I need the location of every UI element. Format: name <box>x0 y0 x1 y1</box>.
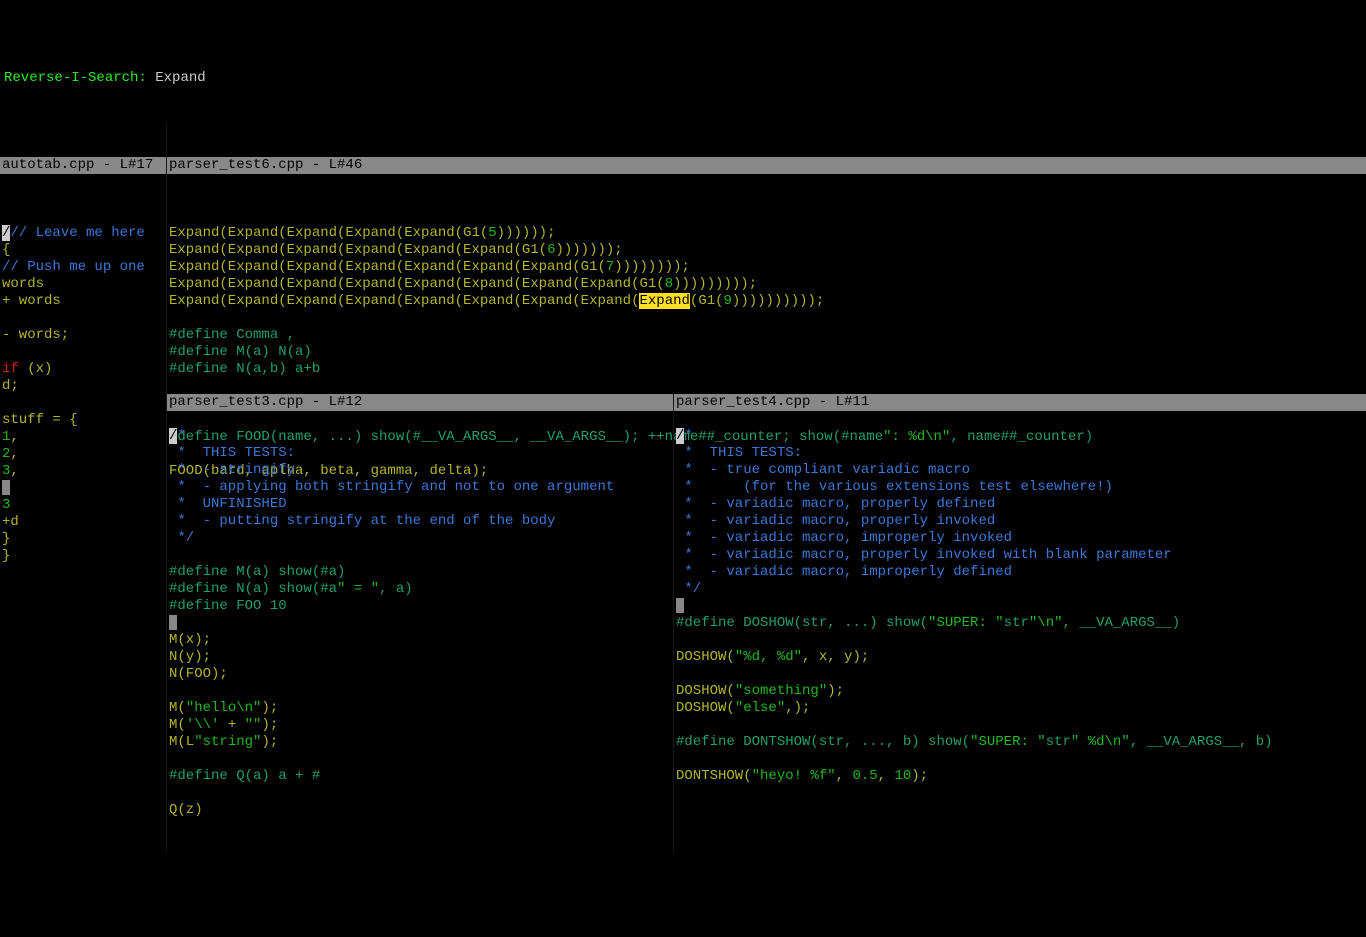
cursor-icon <box>676 598 684 613</box>
reverse-search-bar[interactable]: Reverse-I-Search: Expand <box>0 68 1366 89</box>
pane-title-top[interactable]: parser_test6.cpp - L#46 <box>167 157 1366 174</box>
search-label: Reverse-I-Search: <box>4 70 155 86</box>
bottom-left-pane: parser_test3.cpp - L#12 /* * THIS TESTS:… <box>167 394 674 853</box>
search-match-highlight: Expand <box>639 293 689 309</box>
cursor-icon <box>2 480 10 495</box>
bl-code[interactable]: /* * THIS TESTS: * - stringify * - apply… <box>167 411 673 853</box>
br-code[interactable]: /* * THIS TESTS: * - true compliant vari… <box>674 411 1366 819</box>
pane-title-br[interactable]: parser_test4.cpp - L#11 <box>674 394 1366 411</box>
left-code[interactable]: /// Leave me here { // Push me up one wo… <box>0 208 166 599</box>
top-pane: parser_test6.cpp - L#46 Expand(Expand(Ex… <box>167 123 1366 394</box>
bottom-row: parser_test3.cpp - L#12 /* * THIS TESTS:… <box>167 394 1366 853</box>
pane-title-bl[interactable]: parser_test3.cpp - L#12 <box>167 394 673 411</box>
pane-title-left[interactable]: autotab.cpp - L#17 <box>0 157 166 174</box>
cursor-icon <box>169 615 177 630</box>
bottom-right-pane: parser_test4.cpp - L#11 /* * THIS TESTS:… <box>674 394 1366 853</box>
left-pane: autotab.cpp - L#17 /// Leave me here { /… <box>0 123 167 852</box>
search-query: Expand <box>155 70 205 86</box>
right-column: parser_test6.cpp - L#46 Expand(Expand(Ex… <box>167 123 1366 852</box>
editor-panes: autotab.cpp - L#17 /// Leave me here { /… <box>0 123 1366 852</box>
